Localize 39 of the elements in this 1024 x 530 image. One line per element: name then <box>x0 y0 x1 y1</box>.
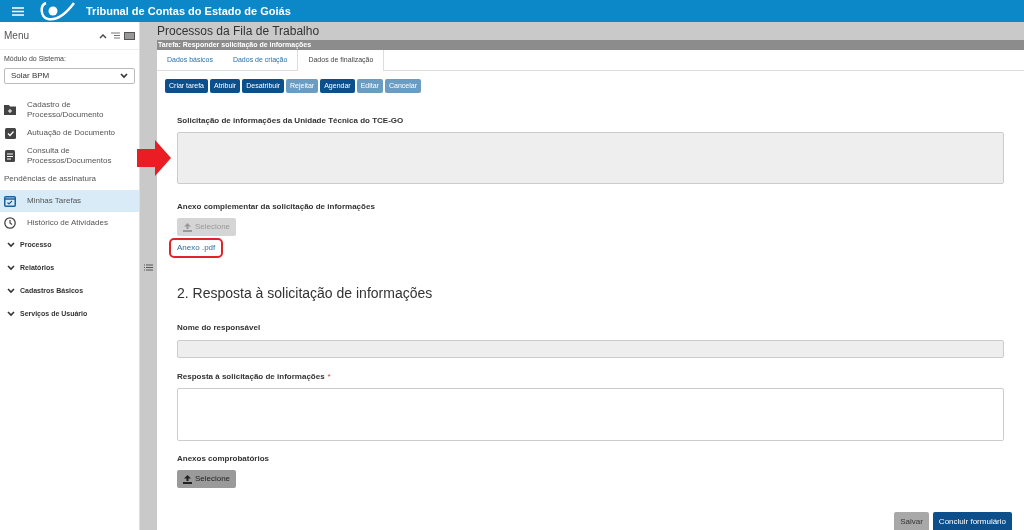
arrow-icon <box>137 140 171 176</box>
sidebar-item[interactable]: Cadastro de Processo/Documento <box>0 97 139 122</box>
form-button[interactable]: Salvar <box>894 512 929 530</box>
clipboard-icon <box>4 126 16 139</box>
chevron-down-icon <box>7 265 15 271</box>
chevron-down-icon <box>7 311 15 317</box>
menu-icon[interactable] <box>12 6 24 16</box>
chevron-down-icon <box>7 242 15 248</box>
chevron-down-icon <box>120 72 128 79</box>
responsible-field[interactable] <box>177 340 1004 358</box>
chevron-up-icon[interactable] <box>99 32 107 39</box>
sidebar-item[interactable]: Pendências de assinatura <box>0 167 139 190</box>
required-mark: * <box>327 371 331 383</box>
sidebar-item[interactable]: Consulta de Processos/Documentos <box>0 143 139 168</box>
module-select[interactable]: Solar BPM <box>4 67 135 84</box>
sidebar-title: Menu <box>4 29 29 43</box>
sidebar-item[interactable]: Autuação de Documento <box>0 121 139 144</box>
sidebar-item[interactable]: Minhas Tarefas <box>0 189 139 212</box>
list-icon[interactable] <box>111 32 120 39</box>
field-label: Solicitação de informações da Unidade Técnica do TCE-GO <box>177 115 405 127</box>
field-label: Nome do responsável <box>177 322 262 334</box>
select-button[interactable]: Selecione <box>177 470 236 488</box>
list-icon[interactable] <box>144 264 153 271</box>
section-heading: 2. Resposta à solicitação de informações <box>177 284 434 303</box>
form-button[interactable]: Concluir formulário <box>932 512 1012 530</box>
upload-icon <box>182 474 192 484</box>
sidebar-item[interactable]: Histórico de Atividades <box>0 211 139 234</box>
field-label: Anexos comprobatórios <box>177 453 270 465</box>
upload-icon <box>182 222 192 232</box>
folder-icon <box>4 104 16 115</box>
file-link[interactable]: Anexo .pdf <box>169 238 224 258</box>
clock-icon <box>4 216 16 229</box>
page-title: Processos da Fila de Trabalho <box>157 23 320 40</box>
field-label: Resposta à solicitação de informações <box>177 371 325 383</box>
app-title: Tribunal de Contas do Estado de Goiás <box>86 3 291 19</box>
field-label: Anexo complementar da solicitação de informações <box>177 201 376 213</box>
chevron-down-icon <box>7 288 15 294</box>
calendar-icon <box>4 194 16 207</box>
document-icon <box>5 149 15 162</box>
